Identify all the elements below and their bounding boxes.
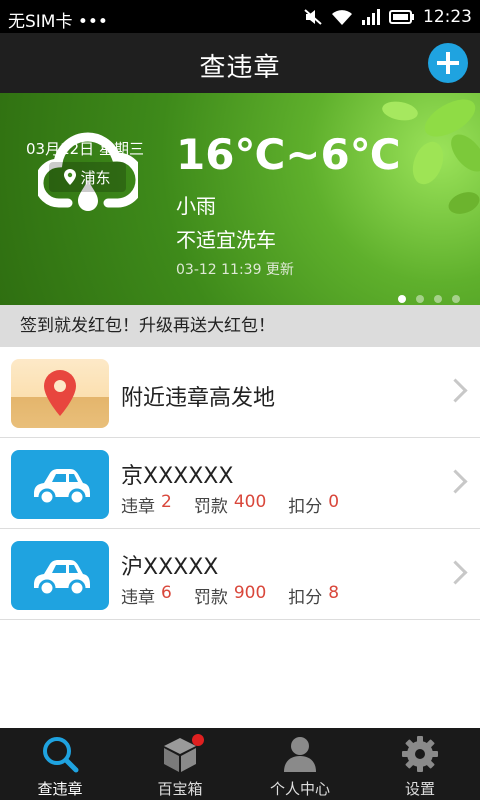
points-label: 扣分 — [288, 588, 323, 608]
signal-icon — [362, 9, 380, 25]
chevron-right-icon — [443, 560, 468, 585]
map-thumbnail — [11, 359, 109, 428]
tab-label: 个人中心 — [269, 780, 330, 798]
mute-icon — [304, 9, 322, 25]
tab-label: 查违章 — [37, 780, 83, 798]
app-header: 查违章 — [0, 33, 480, 93]
points-count: 8 — [328, 583, 340, 603]
violation-label: 违章 — [121, 588, 155, 608]
temperature-range: 16℃~6℃ — [176, 130, 401, 179]
chevron-right-icon — [443, 469, 468, 494]
tab-label: 设置 — [404, 780, 435, 798]
map-pin-icon — [44, 370, 76, 416]
tab-toolbox[interactable]: 百宝箱 — [120, 728, 240, 800]
promo-banner[interactable]: 签到就发红包！升级再送大红包！ — [0, 305, 480, 347]
tab-label: 百宝箱 — [157, 780, 203, 798]
violation-count: 2 — [161, 492, 172, 512]
fine-amount: 900 — [233, 583, 267, 603]
location-label: 浦东 — [80, 168, 111, 187]
points-count: 0 — [328, 492, 340, 512]
page-title: 查违章 — [199, 53, 281, 83]
page-dot — [452, 295, 460, 303]
fine-label: 罚款 — [193, 497, 228, 517]
notification-badge — [192, 734, 204, 746]
page-dot — [416, 295, 424, 303]
points-label: 扣分 — [288, 497, 323, 517]
status-bar: 无SIM卡 ••• 12:23 — [0, 0, 480, 33]
search-icon — [43, 737, 79, 773]
car-icon — [34, 560, 90, 597]
add-car-button[interactable] — [428, 43, 468, 83]
status-icons: 12:23 — [303, 7, 472, 27]
car-thumbnail — [11, 450, 109, 519]
page-dot — [434, 295, 442, 303]
violation-count: 6 — [161, 583, 172, 603]
tab-settings[interactable]: 设置 — [360, 728, 480, 800]
car-wash-advice: 不适宜洗车 — [176, 228, 276, 252]
bottom-tab-bar: 查违章 百宝箱 个人中心 设置 — [0, 728, 480, 800]
chevron-right-icon — [443, 378, 468, 403]
weather-date: 03月12日 星期三 — [26, 140, 144, 158]
location-button[interactable]: 浦东 — [49, 162, 126, 192]
tab-check-violations[interactable]: 查违章 — [0, 728, 120, 800]
car-item[interactable]: 京XXXXXX 违章 2 罚款 400 扣分 0 — [0, 438, 480, 529]
car-list: 附近违章高发地 京XXXXXX 违章 2 罚款 400 扣分 0 沪XXXXX … — [0, 347, 480, 728]
car-stats: 违章 6 罚款 900 扣分 8 — [121, 583, 361, 608]
nearby-label: 附近违章高发地 — [121, 386, 276, 411]
update-time: 03-12 11:39 更新 — [176, 262, 294, 278]
wifi-icon — [332, 10, 352, 25]
nearby-hotspots-item[interactable]: 附近违章高发地 — [0, 347, 480, 438]
clock: 12:23 — [423, 7, 472, 27]
person-icon — [284, 737, 316, 772]
car-item[interactable]: 沪XXXXX 违章 6 罚款 900 扣分 8 — [0, 529, 480, 620]
leaves-decoration — [382, 99, 480, 214]
fine-label: 罚款 — [193, 588, 228, 608]
car-plate: 沪XXXXX — [121, 555, 219, 580]
car-plate: 京XXXXXX — [121, 464, 234, 489]
tab-profile[interactable]: 个人中心 — [240, 728, 360, 800]
car-stats: 违章 2 罚款 400 扣分 0 — [121, 492, 361, 517]
location-pin-icon — [64, 169, 77, 185]
car-icon — [34, 469, 90, 506]
violation-label: 违章 — [121, 497, 155, 517]
battery-icon — [389, 10, 414, 24]
car-thumbnail — [11, 541, 109, 610]
weather-condition: 小雨 — [176, 194, 216, 218]
page-indicator — [398, 295, 460, 303]
page-dot — [398, 295, 406, 303]
fine-amount: 400 — [233, 492, 267, 512]
carrier-text: 无SIM卡 ••• — [8, 12, 108, 32]
gear-icon — [402, 736, 438, 772]
